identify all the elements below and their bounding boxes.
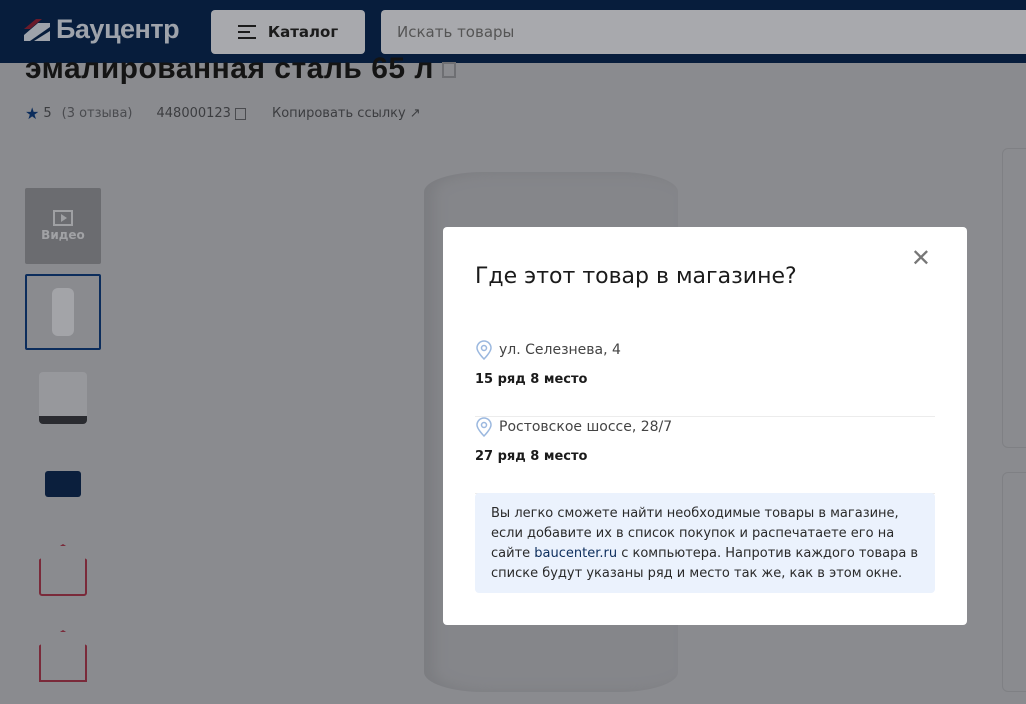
store-location-modal: Где этот товар в магазине? ✕ ул. Селезне… [443,227,967,625]
store-address: ул. Селезнева, 4 [499,342,621,358]
star-icon: ★ [25,104,40,123]
location-pin-icon [476,340,492,360]
thumbnail-list: Видео [25,188,101,704]
store-place: 15 ряд 8 место [475,372,588,387]
thumbnail-2[interactable] [25,360,101,436]
thumbnail-video[interactable]: Видео [25,188,101,264]
thumbnail-5[interactable] [25,618,101,694]
reviews-link[interactable]: (3 отзыва) [62,106,133,121]
buy-panel [1002,148,1026,448]
copy-link-button[interactable]: Копировать ссылку [272,106,406,121]
video-label: Видео [41,228,85,242]
close-icon[interactable]: ✕ [911,246,931,270]
store-address: Ростовское шоссе, 28/7 [499,419,673,435]
thumbnail-4[interactable] [25,532,101,608]
catalog-label: Каталог [267,23,339,41]
catalog-button[interactable]: Каталог [211,10,365,54]
side-panel [1002,472,1026,692]
thumbnail-1[interactable] [25,274,101,350]
store-item: ул. Селезнева, 4 15 ряд 8 место [475,340,935,417]
copy-sku-icon[interactable] [234,107,246,120]
product-title: эмалированная сталь 65 л [25,52,456,86]
play-icon [53,210,73,226]
logo[interactable]: Бауцентр [24,14,180,45]
thumbnail-3[interactable] [25,446,101,522]
logo-icon [24,18,50,41]
menu-icon [237,25,256,39]
info-note: Вы легко сможете найти необходимые товар… [475,493,935,593]
search-input[interactable]: Искать товары [381,10,1026,54]
product-meta: ★ 5 (3 отзыва) 448000123 Копировать ссыл… [25,104,421,123]
external-link-icon[interactable]: ↗ [410,106,421,121]
rating-value: 5 [43,106,52,121]
store-place: 27 ряд 8 место [475,449,588,464]
location-pin-icon [476,417,492,437]
product-title-text: эмалированная сталь 65 л [25,52,434,85]
copy-icon[interactable] [441,62,456,79]
modal-title: Где этот товар в магазине? [475,264,797,289]
sku: 448000123 [156,106,231,121]
site-link[interactable]: baucenter.ru [534,546,617,561]
store-item: Ростовское шоссе, 28/7 27 ряд 8 место [475,417,935,494]
